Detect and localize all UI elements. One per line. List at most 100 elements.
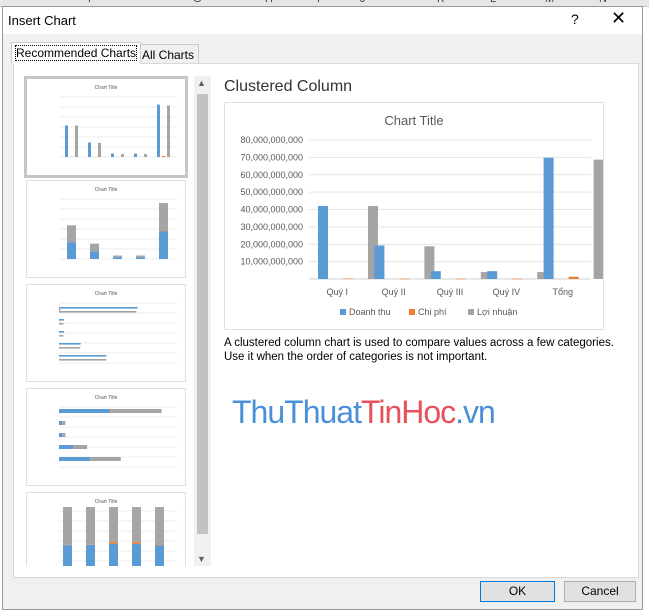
bar-Doanh thu: [431, 271, 441, 279]
legend-label: Chi phí: [418, 307, 447, 317]
y-tick-label: 30,000,000,000: [240, 222, 303, 232]
tab-recommended-charts[interactable]: Recommended Charts: [11, 42, 141, 64]
close-button[interactable]: ✕: [611, 8, 626, 29]
bar-Lợi nhuận: [594, 160, 603, 279]
y-tick-label: 10,000,000,000: [240, 257, 303, 267]
column-header[interactable]: K: [437, 0, 444, 5]
column-header[interactable]: J: [360, 0, 366, 5]
thumbnail-title: Chart Title: [95, 187, 118, 193]
thumb-bar: [59, 347, 80, 349]
thumb-bar: [75, 126, 78, 158]
scroll-up-icon[interactable]: ▲: [197, 78, 206, 88]
thumbnail-title: Chart Title: [95, 499, 118, 505]
title-bar: Insert Chart ? ✕: [3, 7, 642, 34]
thumb-bar: [59, 323, 64, 325]
thumb-bar: [111, 154, 114, 157]
watermark-part: TinHoc: [361, 394, 455, 430]
chart-title: Chart Title: [384, 113, 443, 128]
column-header[interactable]: F: [88, 0, 95, 5]
bar-Chi phí: [569, 277, 579, 279]
thumb-bar: [59, 319, 64, 321]
thumb-bar: [136, 256, 145, 258]
chart-preview: Chart Title 10,000,000,000 20,000,000,000 3…: [224, 102, 604, 330]
bar-Doanh thu: [318, 206, 328, 279]
watermark-part: .vn: [455, 394, 495, 430]
thumb-bar: [59, 355, 106, 357]
thumbnail-stacked-column[interactable]: Chart Title: [26, 180, 186, 278]
chart-description: A clustered column chart is used to comp…: [224, 336, 624, 364]
thumb-bar: [59, 409, 110, 413]
thumb-bar: [159, 231, 168, 259]
thumbnail-stacked-bar[interactable]: Chart Title: [26, 388, 186, 486]
y-tick-label: 20,000,000,000: [240, 239, 303, 249]
thumb-bar: [159, 203, 168, 230]
thumbnail-title: Chart Title: [95, 85, 118, 91]
legend-label: Lợi nhuận: [477, 307, 517, 317]
thumb-bar: [162, 156, 165, 157]
cancel-button[interactable]: Cancel: [564, 581, 636, 602]
thumb-bar: [59, 331, 64, 333]
thumb-bar: [62, 421, 65, 425]
thumb-bar: [62, 433, 65, 437]
thumb-bar: [59, 311, 136, 313]
thumb-bar: [111, 409, 161, 413]
thumb-bar: [132, 542, 141, 544]
thumbnail-svg: Chart Title: [27, 79, 185, 175]
thumb-bar: [109, 544, 118, 566]
thumb-bar: [59, 343, 81, 345]
legend-label: Doanh thu: [349, 307, 391, 317]
scroll-down-icon[interactable]: ▼: [197, 554, 206, 564]
thumb-bar: [67, 242, 76, 259]
help-button[interactable]: ?: [571, 11, 579, 27]
thumb-bar: [63, 545, 72, 566]
column-header[interactable]: N: [599, 0, 607, 5]
thumb-bar: [90, 244, 99, 252]
thumb-bar: [113, 256, 122, 258]
thumb-bar: [86, 545, 95, 566]
column-header[interactable]: H: [265, 0, 273, 5]
thumb-bar: [59, 307, 138, 309]
column-header[interactable]: L: [490, 0, 496, 5]
bar-Doanh thu: [487, 271, 497, 279]
thumb-bar: [121, 154, 124, 157]
column-header[interactable]: M: [545, 0, 554, 5]
watermark-part: ThuThuat: [232, 394, 361, 430]
thumb-bar: [144, 154, 147, 157]
thumbnail-100-stacked-column[interactable]: Chart Title: [26, 492, 186, 566]
thumbnail-svg: Chart Title: [27, 285, 185, 381]
scrollbar-thumb[interactable]: [197, 94, 208, 534]
x-tick-label: Quý I: [326, 287, 348, 297]
ok-button[interactable]: OK: [480, 581, 555, 602]
thumb-bar: [113, 257, 122, 259]
thumb-bar: [67, 225, 76, 242]
column-header[interactable]: I: [317, 0, 320, 5]
thumb-bar: [59, 359, 106, 361]
column-header[interactable]: G: [193, 0, 202, 5]
thumb-bar: [132, 507, 141, 542]
thumb-bar: [157, 105, 160, 157]
tab-label: All Charts: [142, 48, 194, 62]
thumb-bar: [136, 257, 145, 259]
thumb-bar: [59, 457, 90, 461]
bar-Chi phí: [512, 279, 522, 280]
legend-swatch: [468, 309, 474, 315]
dialog-title: Insert Chart: [8, 13, 76, 28]
thumbnail-svg: Chart Title: [27, 181, 185, 277]
thumb-bar: [134, 154, 137, 157]
thumbnail-clustered-bar[interactable]: Chart Title: [26, 284, 186, 382]
thumb-bar: [110, 409, 111, 413]
thumbnail-svg: Chart Title: [27, 493, 185, 566]
thumb-bar: [59, 433, 62, 437]
thumbnail-clustered-column[interactable]: Chart Title: [24, 76, 188, 178]
vertical-scrollbar[interactable]: ▲ ▼: [194, 76, 211, 566]
x-tick-label: Quý IV: [493, 287, 521, 297]
legend-swatch: [409, 309, 415, 315]
recommended-chart-list: Chart TitleChart TitleChart TitleChart T…: [24, 76, 200, 566]
thumb-bar: [59, 309, 60, 311]
thumb-bar: [59, 335, 64, 337]
bar-Chi phí: [343, 278, 353, 279]
thumb-bar: [90, 251, 99, 259]
thumb-bar: [86, 507, 95, 544]
y-tick-label: 60,000,000,000: [240, 170, 303, 180]
y-tick-label: 70,000,000,000: [240, 152, 303, 162]
